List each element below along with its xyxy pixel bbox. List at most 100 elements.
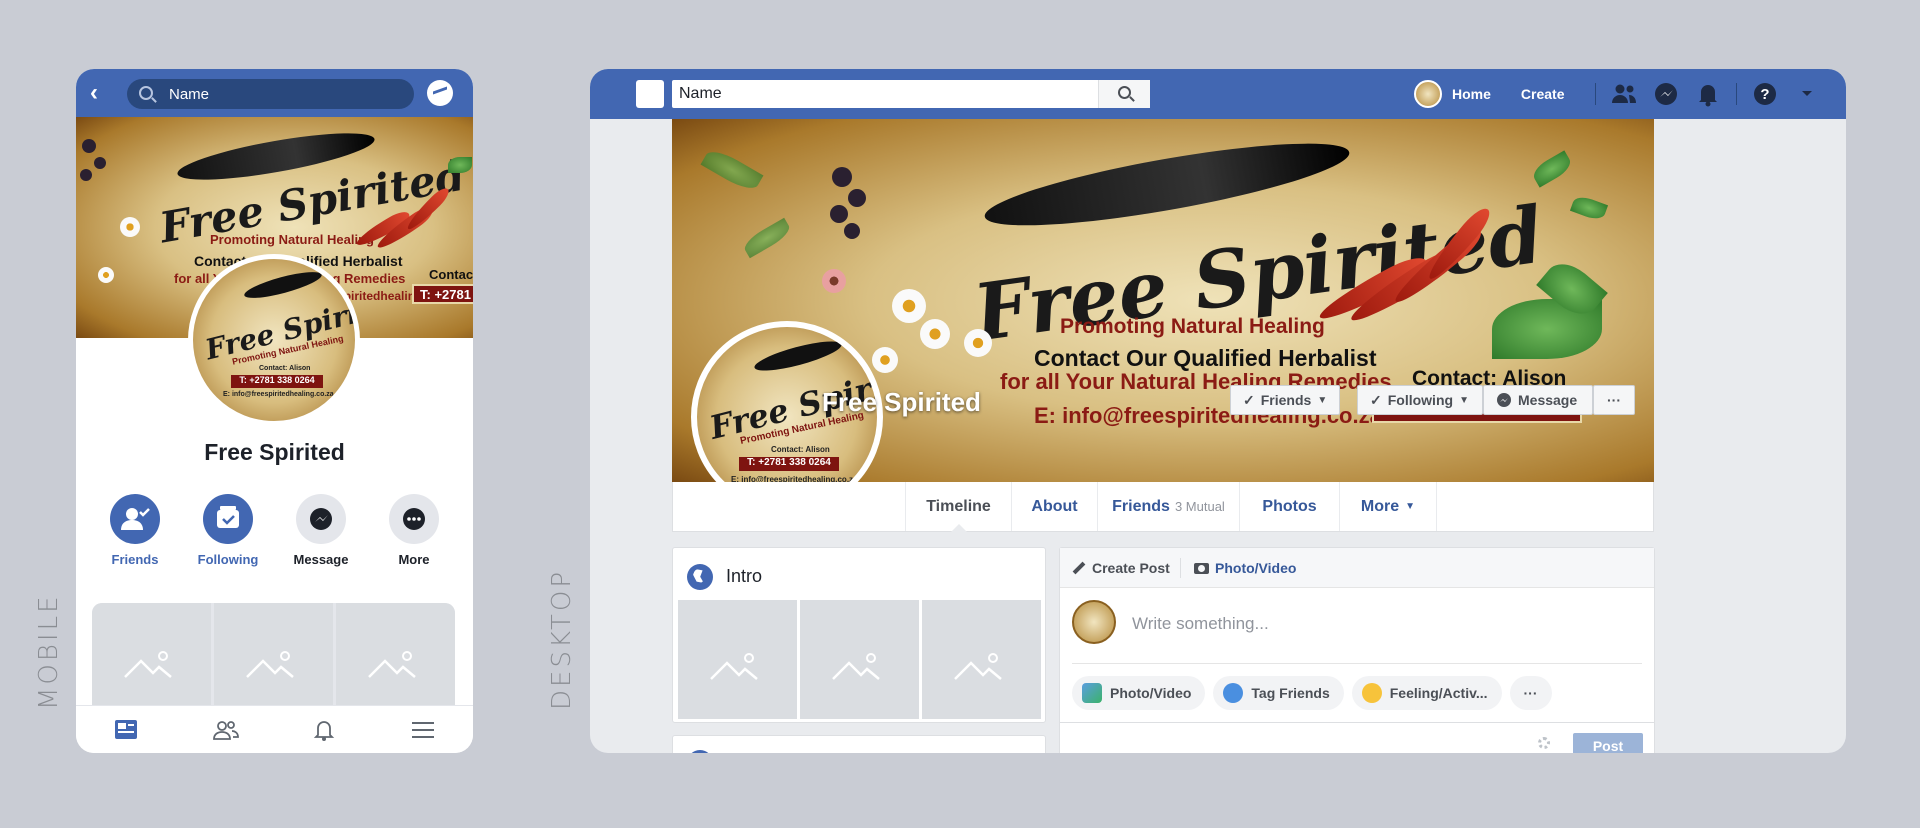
photo-video-tab[interactable]: Photo/Video [1194,560,1296,576]
notifications-bell-icon[interactable] [309,717,339,743]
composer-header: Create Post Photo/Video [1060,548,1654,588]
back-arrow-icon[interactable]: ‹ [90,81,112,105]
messenger-icon[interactable] [427,80,453,106]
mobile-search-input[interactable]: Name [127,79,414,109]
tab-about[interactable]: About [1011,482,1097,531]
message-button[interactable]: Message [1483,385,1593,415]
mobile-friends-button[interactable]: Friends [94,494,176,567]
gear-icon[interactable] [1538,737,1550,749]
mobile-following-button[interactable]: Following [187,494,269,567]
notifications-bell-icon[interactable] [1694,81,1722,107]
message-button-label: Message [1518,392,1578,408]
photo-placeholder[interactable] [678,600,797,719]
create-post-label: Create Post [1092,560,1170,576]
more-dots-icon: ··· [1607,392,1621,408]
smiley-icon [1361,683,1382,703]
mobile-bottom-nav [76,705,473,753]
tab-photos-label: Photos [1262,497,1317,515]
tab-more[interactable]: More ▼ [1339,482,1437,531]
mobile-more-button[interactable]: More [373,494,455,567]
tab-photos[interactable]: Photos [1239,482,1339,531]
desktop-nav: Home Create ? [1414,79,1835,109]
friends-label: Friends [111,552,159,567]
mobile-photo-grid [92,603,455,713]
photo-placeholder[interactable] [800,600,919,719]
image-placeholder-icon [123,651,172,678]
composer-footer: Post [1060,722,1654,753]
photo-icon [1082,683,1102,703]
facebook-logo-icon[interactable] [636,80,664,108]
intro-photo-grid [678,600,1041,719]
home-link[interactable]: Home [1452,86,1491,102]
avatar-phone: T: +2781 338 0264 [739,457,839,471]
desktop-search-input[interactable]: Name [672,80,1150,108]
more-options-button[interactable]: ··· [1593,385,1635,415]
following-dropdown-button[interactable]: ✓ Following ▼ [1357,385,1483,415]
tag-friends-chip[interactable]: Tag Friends [1213,676,1344,710]
following-button-label: Following [1387,392,1454,408]
friends-dropdown-button[interactable]: ✓ Friends ▼ [1230,385,1340,415]
create-link[interactable]: Create [1521,86,1565,102]
composer-text-input[interactable]: Write something... [1132,614,1269,634]
friends-button-label: Friends [1260,392,1312,408]
caret-down-icon: ▼ [1405,501,1416,512]
mobile-profile-picture[interactable]: Free Spirited Promoting Natural Healing … [188,254,360,426]
messenger-icon[interactable] [1652,81,1680,107]
photo-placeholder[interactable] [336,603,455,713]
mobile-top-bar: ‹ Name [76,69,473,117]
photo-placeholder[interactable] [214,603,333,713]
camera-icon [1194,562,1209,574]
desktop-label: DESKTOP [547,568,577,710]
more-actions-chip[interactable]: ··· [1509,676,1552,710]
mutual-count: 3 Mutual [1174,499,1225,514]
composer-avatar [1072,600,1116,644]
desktop-page-name: Free Spirited [822,387,981,417]
composer-actions: Photo/Video Tag Friends Feeling/Activ...… [1072,676,1552,710]
photo-placeholder[interactable] [922,600,1041,719]
svg-text:?: ? [1760,86,1769,103]
intro-title: Intro [726,566,763,586]
mobile-page-name: Free Spirited [204,439,345,465]
image-placeholder-icon [367,651,416,678]
friend-requests-icon[interactable] [1610,81,1638,107]
globe-icon [687,750,713,753]
tag-friends-chip-label: Tag Friends [1251,685,1330,701]
tab-friends[interactable]: Friends 3 Mutual [1097,482,1239,531]
news-feed-tab-icon[interactable] [111,717,141,743]
post-button[interactable]: Post [1573,733,1643,753]
nav-divider [1735,83,1737,105]
photo-video-chip-label: Photo/Video [1110,685,1192,701]
image-placeholder-icon [245,651,294,678]
mobile-message-button[interactable]: Message [280,494,362,567]
avatar-contact: Contact: Alison [771,445,830,454]
photo-placeholder[interactable] [92,603,211,713]
following-icon [203,494,253,544]
tab-friends-label: Friends [1112,497,1170,515]
mobile-action-row: Friends Following Message More [94,494,455,567]
caret-down-icon: ▼ [1459,394,1469,406]
tab-about-label: About [1031,497,1078,515]
search-button[interactable] [1098,80,1150,108]
profile-avatar-icon[interactable] [1414,80,1442,108]
photo-video-tab-label: Photo/Video [1215,560,1297,576]
photo-video-chip[interactable]: Photo/Video [1072,676,1206,710]
friends-icon [110,494,160,544]
tab-timeline-label: Timeline [926,497,991,515]
friends-tab-icon[interactable] [210,717,240,743]
help-question-icon[interactable]: ? [1751,81,1779,107]
composer-divider [1072,663,1642,664]
message-label: Message [293,552,349,567]
cover-tagline: Promoting Natural Healing [210,232,374,247]
image-placeholder-icon [831,652,880,680]
cover-contact-line1: Contact Our Qualified Herbalist [1034,345,1377,371]
tab-timeline[interactable]: Timeline [905,482,1011,532]
create-post-tab[interactable]: Create Post [1072,560,1170,576]
intro-card: Intro [672,547,1046,723]
image-placeholder-icon [953,652,1002,680]
account-chevron-down-icon[interactable] [1793,81,1821,107]
search-value: Name [679,85,722,102]
feeling-activity-chip[interactable]: Feeling/Activ... [1351,676,1502,710]
menu-hamburger-icon[interactable] [408,717,438,743]
secondary-card [672,735,1046,753]
cover-phone-plaque: T: +2781 338 0264 [412,284,473,304]
